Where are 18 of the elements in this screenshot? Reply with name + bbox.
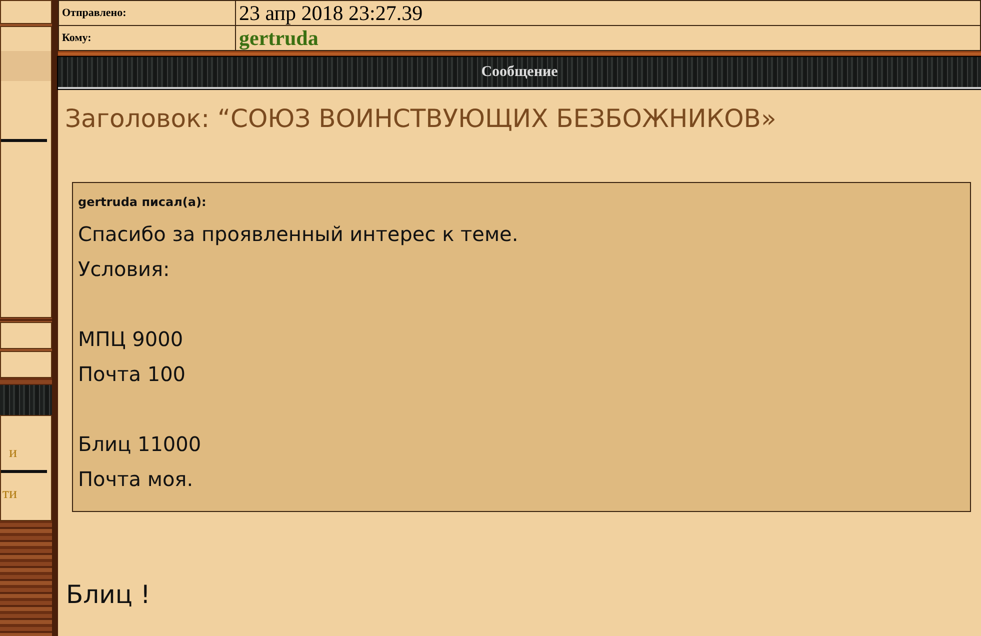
quote-line: Условия: — [78, 256, 171, 283]
sidebar-header — [0, 385, 52, 415]
quote-line: Блиц 11000 — [78, 431, 202, 458]
message-subject: Заголовок: “СОЮЗ ВОИНСТВУЮЩИХ БЕЗБОЖНИКОВ» — [65, 104, 778, 133]
sidebar-link[interactable]: ти — [1, 481, 51, 507]
section-title: Сообщение — [481, 64, 558, 80]
quote-line: Почта 100 — [78, 361, 187, 388]
quote-line: МПЦ 9000 — [78, 326, 184, 353]
sidebar-item[interactable] — [0, 322, 52, 349]
quote-line: Почта моя. — [78, 466, 194, 493]
quote-author: gertruda писал(а): — [78, 195, 208, 209]
sidebar-link[interactable]: и — [1, 440, 51, 466]
sent-date: 23 апр 2018 23:27.39 — [236, 0, 980, 26]
sidebar-item[interactable] — [0, 351, 52, 378]
message-text: Блиц ! — [66, 580, 152, 609]
quote-line: Спасибо за проявленный интерес к теме. — [78, 221, 520, 248]
field-label: Отправлено: — [58, 0, 236, 26]
sidebar-panel — [0, 0, 52, 24]
